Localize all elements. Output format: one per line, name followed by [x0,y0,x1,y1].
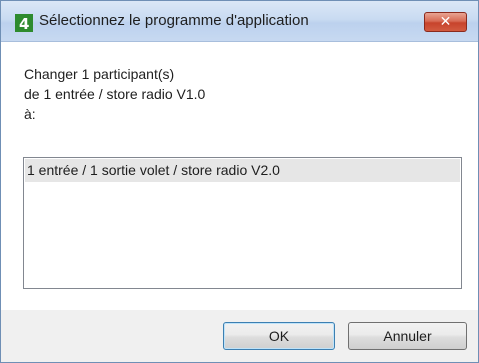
title-bar[interactable]: 4 Sélectionnez le programme d'applicatio… [1,1,478,42]
close-button[interactable]: ✕ [424,12,467,32]
close-icon: ✕ [439,14,452,30]
dialog-body: Changer 1 participant(s) de 1 entrée / s… [1,42,478,362]
message-line-1: Changer 1 participant(s) [24,66,175,82]
app-icon: 4 [15,14,33,32]
list-item-label: 1 entrée / 1 sortie volet / store radio … [27,162,280,178]
message-line-2: de 1 entrée / store radio V1.0 [24,86,206,102]
cancel-button[interactable]: Annuler [348,322,467,350]
button-bar: OK Annuler [1,310,478,362]
message-line-3: à: [24,106,36,122]
svg-text:4: 4 [19,15,29,32]
list-item[interactable]: 1 entrée / 1 sortie volet / store radio … [25,159,460,182]
window-title: Sélectionnez le programme d'application [39,12,309,29]
ok-button[interactable]: OK [223,322,335,350]
application-listbox[interactable]: 1 entrée / 1 sortie volet / store radio … [23,157,462,289]
dialog-window: 4 Sélectionnez le programme d'applicatio… [0,0,479,363]
